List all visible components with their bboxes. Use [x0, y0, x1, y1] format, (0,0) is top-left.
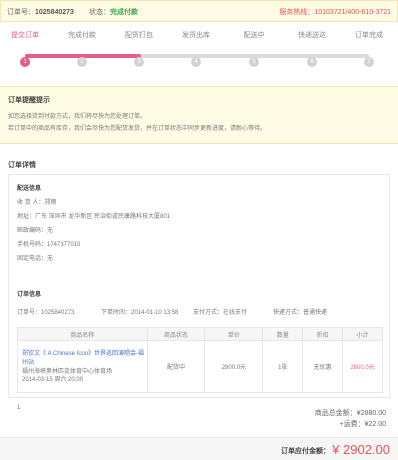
step-delivering: 配送中 5 — [243, 32, 265, 67]
step-dot: 7 — [364, 57, 374, 67]
step-delivered: 快递送达 6 — [298, 32, 326, 67]
receiver-address: 地址：广东 深圳市 龙华新区 民治街道民康路科技大厦801 — [17, 214, 171, 220]
order-status-text: 状态：完成付款 — [89, 9, 138, 16]
receiver-section-title: 配送信息 — [17, 186, 42, 192]
step-dot: 5 — [249, 57, 259, 67]
receiver-mobile: 手机号码：1747377010 — [17, 242, 81, 248]
step-shipping: 发货出库 4 — [182, 32, 210, 67]
step-payment: 完成付款 2 — [68, 32, 96, 67]
step-complete: 订单完成 7 — [355, 32, 383, 67]
receiver-phone: 固定电话：无 — [17, 256, 54, 262]
table-header-row: 商品名称 商品状态 单价 数量 折扣 小计 — [17, 327, 383, 341]
total-amount: ¥ 2902.00 — [332, 442, 390, 457]
goods-discount: 无优惠 — [302, 340, 344, 393]
goods-price: 2800.0元 — [204, 340, 264, 393]
col-header-status: 商品状态 — [146, 327, 206, 341]
goods-subtotal: 2800.0元 — [342, 340, 383, 393]
shipping-fee: +运费：¥22.00 — [339, 421, 387, 428]
details-title: 订单详情 — [8, 162, 36, 169]
goods-section-title: 订单信息 — [17, 292, 42, 298]
step-dot: 4 — [191, 57, 201, 67]
meta-order-time: 下单时间：2014-01-10 13:58 — [101, 310, 179, 316]
notice-line: 如您选择货到付款方式，我们将尽快为您处理订单。 — [8, 114, 147, 120]
order-notice-panel: 订单提醒提示 如您选择货到付款方式，我们将尽快为您处理订单。 若订单中的商品有库… — [0, 86, 398, 144]
order-details-card: 配送信息 收 货 人：郑雨 地址：广东 深圳市 龙华新区 民治街道民康路科技大厦… — [8, 174, 390, 411]
meta-shipping-method: 快递方式：普通快递 — [273, 310, 328, 316]
meta-order-number: 订单号：1025840273 — [17, 310, 75, 316]
order-progress-steps: 提交订单 1 完成付款 2 配货打包 3 发货出库 4 配送中 5 快递送达 6… — [0, 30, 398, 76]
step-dot: 2 — [77, 57, 87, 67]
goods-name-link[interactable]: 郑钦文《 A Chinese Icon》世界巡回演唱会-福州站 — [22, 350, 147, 368]
service-hotline: 服务热线：10103721/400-610-3721 — [279, 9, 391, 16]
step-submit-order: 提交订单 1 — [11, 32, 39, 67]
order-number-text: 订单号：1025840273 — [7, 9, 74, 16]
col-header-price: 单价 — [204, 327, 264, 341]
order-header-bar: 订单号：1025840273 状态：完成付款 服务热线：10103721/400… — [0, 0, 398, 22]
step-packing: 配货打包 3 — [125, 32, 153, 67]
col-header-goods: 商品名称 — [17, 327, 148, 341]
row-index: 1 — [17, 405, 21, 411]
order-summary: 商品总金额：¥2880.00 +运费：¥22.00 — [315, 408, 386, 430]
step-dot: 3 — [134, 57, 144, 67]
col-header-subtotal: 小计 — [342, 327, 383, 341]
goods-venue: 福州海峡奥林匹克体育中心体育场 — [22, 368, 113, 375]
order-details-section: 订单详情 配送信息 收 货 人：郑雨 地址：广东 深圳市 龙华新区 民治街道民康… — [0, 152, 398, 452]
receiver-postcode: 邮政编码：无 — [17, 228, 54, 234]
order-meta-row: 订单号：1025840273 下单时间：2014-01-10 13:58 支付方… — [17, 307, 383, 323]
col-header-qty: 数量 — [262, 327, 304, 341]
order-items-table: 商品名称 商品状态 单价 数量 折扣 小计 郑钦文《 A Chinese Ico… — [17, 327, 383, 393]
goods-date: 2014-03-15 周六 20:00 — [22, 376, 84, 383]
notice-title: 订单提醒提示 — [8, 97, 50, 104]
meta-payment-method: 支付方式：在线支付 — [193, 310, 248, 316]
total-label: 订单应付金额： — [281, 448, 330, 455]
col-header-discount: 折扣 — [302, 327, 344, 341]
goods-status: 配货中 — [146, 340, 206, 393]
step-dot: 1 — [20, 57, 30, 67]
step-dot: 6 — [307, 57, 317, 67]
goods-qty: 1张 — [262, 340, 304, 393]
table-row: 郑钦文《 A Chinese Icon》世界巡回演唱会-福州站 福州海峡奥林匹克… — [17, 340, 383, 393]
receiver-name: 收 货 人：郑雨 — [17, 200, 57, 206]
goods-total: 商品总金额：¥2880.00 — [314, 410, 386, 417]
notice-line: 若订单中的商品有库存，我们会尽快为您配货发货，并在订单状态中同步更新进度，请耐心… — [8, 126, 267, 132]
total-payable-bar: 订单应付金额： ¥ 2902.00 — [0, 437, 398, 460]
goods-cell: 郑钦文《 A Chinese Icon》世界巡回演唱会-福州站 福州海峡奥林匹克… — [17, 340, 148, 393]
